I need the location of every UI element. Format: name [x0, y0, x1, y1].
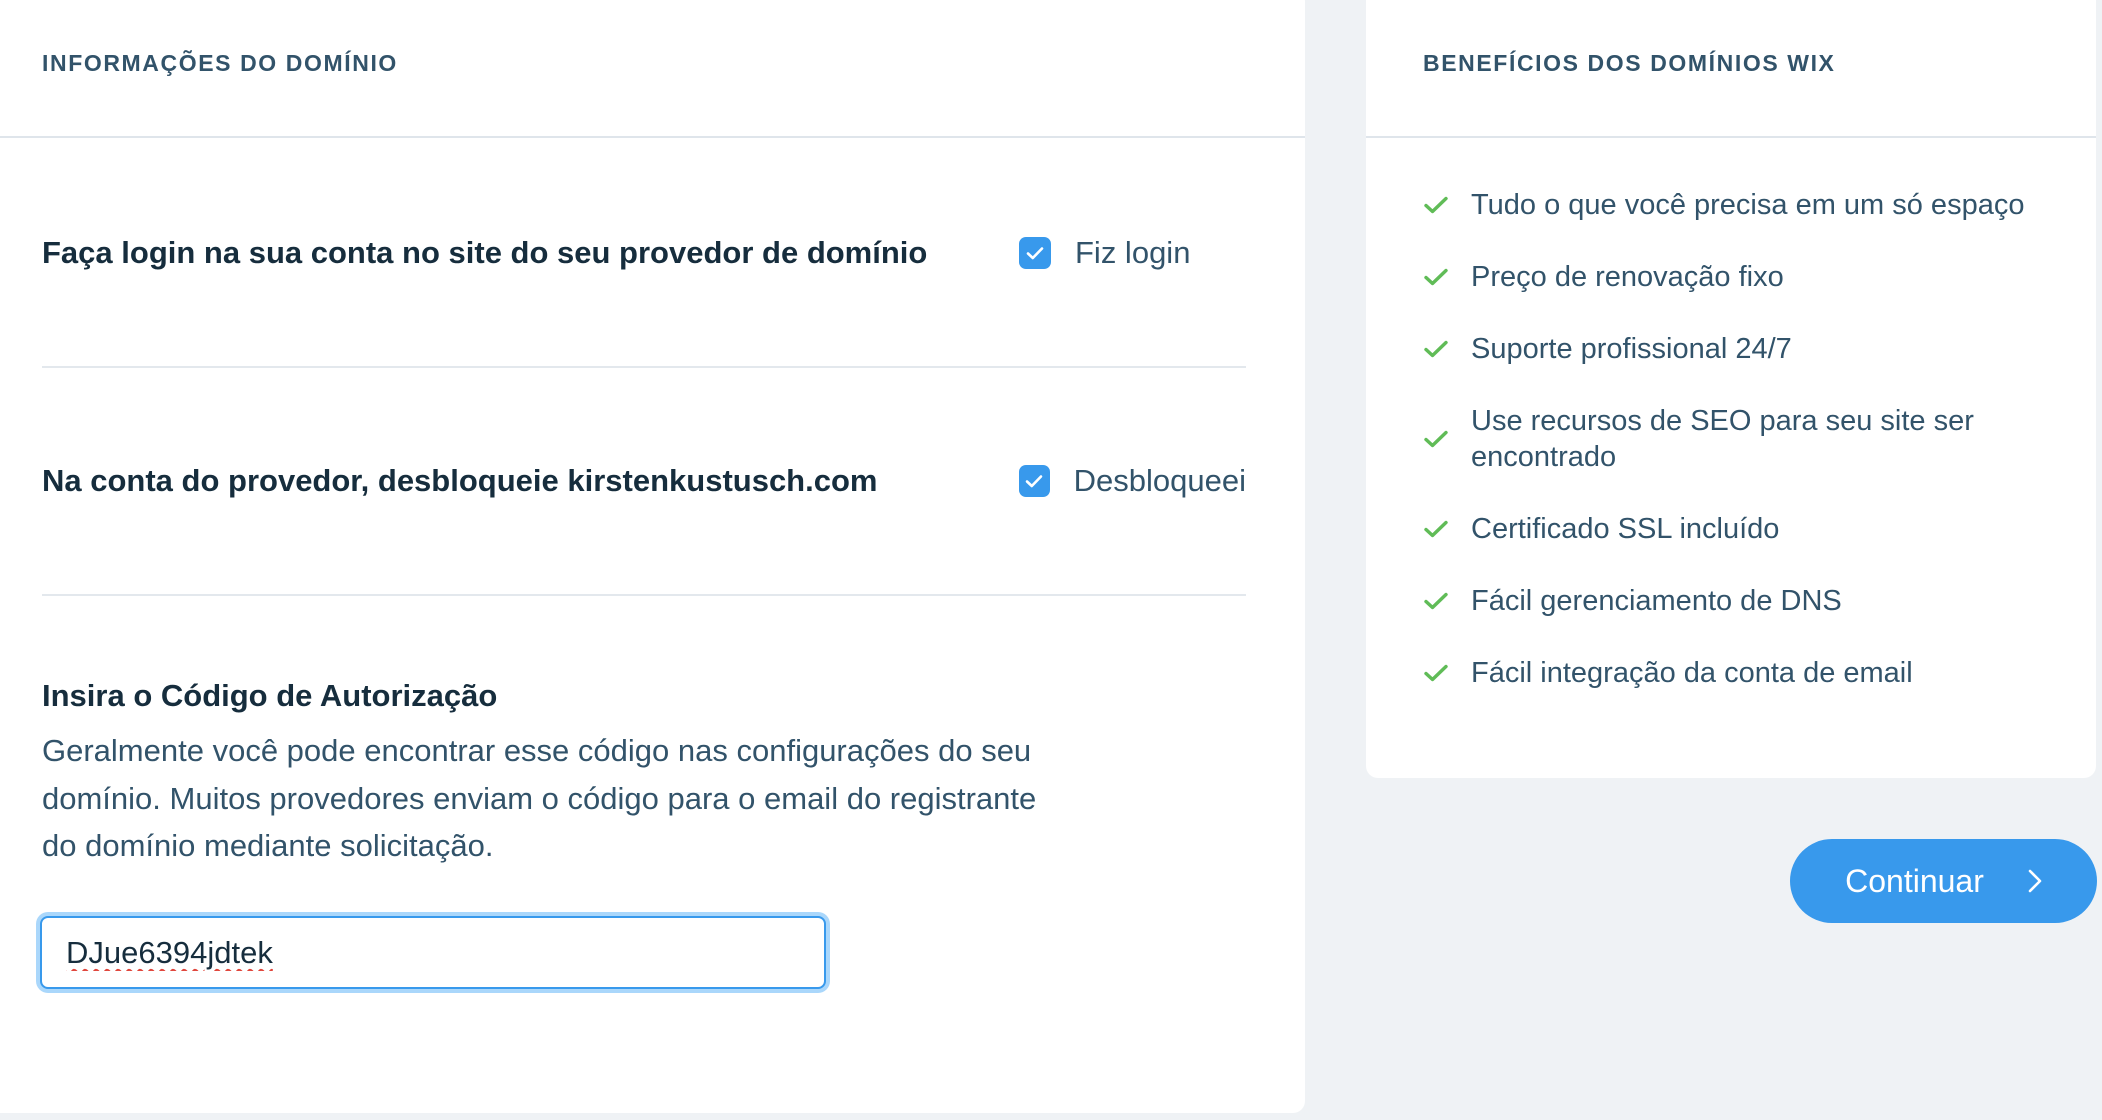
continue-button[interactable]: Continuar [1790, 839, 2097, 923]
benefit-text: Use recursos de SEO para seu site ser en… [1471, 405, 1974, 473]
check-icon [1423, 267, 1453, 287]
check-icon [1423, 663, 1453, 683]
benefit-item: Suporte profissional 24/7 [1423, 331, 2063, 367]
step-unlock-text: Na conta do provedor, desbloqueie kirste… [42, 463, 878, 498]
check-icon [1423, 339, 1453, 359]
chevron-right-icon [2028, 869, 2042, 893]
continue-button-label: Continuar [1845, 862, 1984, 899]
check-icon [1423, 429, 1453, 449]
login-checkbox-wrapper[interactable]: Fiz login [1019, 235, 1246, 271]
benefit-text: Fácil gerenciamento de DNS [1471, 585, 1842, 617]
unlock-checkbox-wrapper[interactable]: Desbloqueei [1019, 463, 1246, 499]
benefit-item: Fácil integração da conta de email [1423, 655, 2063, 691]
checkmark-icon [1026, 247, 1044, 260]
benefit-text: Fácil integração da conta de email [1471, 657, 1913, 689]
benefit-text: Certificado SSL incluído [1471, 513, 1780, 545]
benefit-text: Tudo o que você precisa em um só espaço [1471, 189, 2025, 221]
benefit-item: Tudo o que você precisa em um só espaço [1423, 187, 2063, 223]
auth-code-input[interactable] [40, 916, 826, 989]
login-checkbox[interactable] [1019, 237, 1051, 269]
benefit-item: Preço de renovação fixo [1423, 259, 2063, 295]
domain-info-header: INFORMAÇÕES DO DOMÍNIO [0, 0, 1305, 138]
unlock-checkbox-label[interactable]: Desbloqueei [1074, 463, 1246, 499]
unlock-checkbox[interactable] [1019, 465, 1050, 497]
benefit-item: Fácil gerenciamento de DNS [1423, 583, 2063, 619]
step-unlock-row: Na conta do provedor, desbloqueie kirste… [42, 368, 1246, 596]
auth-code-description: Geralmente você pode encontrar esse códi… [42, 733, 1037, 863]
benefit-item: Certificado SSL incluído [1423, 511, 2063, 547]
check-icon [1423, 519, 1453, 539]
step-login-text: Faça login na sua conta no site do seu p… [42, 235, 928, 270]
benefit-text: Preço de renovação fixo [1471, 261, 1784, 293]
step-login-row: Faça login na sua conta no site do seu p… [42, 140, 1246, 368]
checkmark-icon [1026, 475, 1043, 488]
benefits-panel: BENEFÍCIOS DOS DOMÍNIOS WIX Tudo o que v… [1366, 0, 2096, 778]
domain-info-panel: INFORMAÇÕES DO DOMÍNIO Faça login na sua… [0, 0, 1305, 1113]
check-icon [1423, 591, 1453, 611]
login-checkbox-label[interactable]: Fiz login [1075, 235, 1190, 271]
auth-code-title: Insira o Código de Autorização [42, 678, 498, 713]
benefit-text: Suporte profissional 24/7 [1471, 333, 1792, 365]
check-icon [1423, 195, 1453, 215]
benefit-item: Use recursos de SEO para seu site ser en… [1423, 403, 2063, 475]
benefits-header: BENEFÍCIOS DOS DOMÍNIOS WIX [1366, 0, 2096, 138]
